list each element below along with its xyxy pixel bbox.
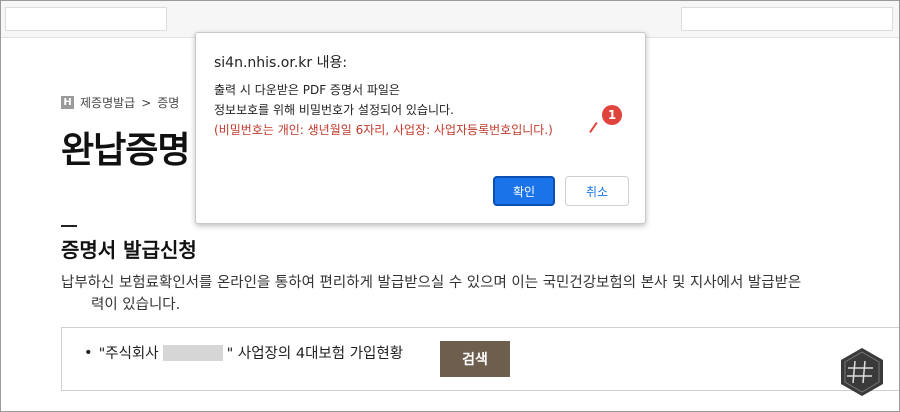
section-title: 증명서 발급신청 bbox=[61, 238, 197, 262]
breadcrumb-item-current[interactable]: 증명 bbox=[157, 94, 179, 111]
dialog-title: si4n.nhis.or.kr 내용: bbox=[214, 55, 348, 71]
dialog-message: 출력 시 다운받은 PDF 증명서 파일은 정보보호를 위해 비밀번호가 설정되… bbox=[212, 80, 557, 140]
search-query-text: • "주식회사 " 사업장의 4대보험 가입현황 bbox=[84, 342, 403, 363]
description-line-1: 납부하신 보험료확인서를 온라인을 통하여 편리하게 발급받으실 수 있으며 이… bbox=[61, 275, 802, 291]
redacted-company-name bbox=[162, 344, 223, 361]
dialog-message-line-1: 출력 시 다운받은 PDF 증명서 파일은 bbox=[214, 83, 400, 97]
annotation-badge: 1 bbox=[602, 105, 622, 125]
breadcrumb-item-certificates[interactable]: 제증명발급 bbox=[80, 94, 135, 111]
breadcrumb: H 제증명발급 > 증명 bbox=[61, 94, 179, 111]
cancel-button[interactable]: 취소 bbox=[565, 176, 629, 206]
dialog-message-line-2: 정보보호를 위해 비밀번호가 설정되어 있습니다. bbox=[214, 103, 454, 117]
description-line-2: 력이 있습니다. bbox=[91, 297, 181, 313]
home-icon[interactable]: H bbox=[61, 96, 74, 109]
company-prefix: "주식회사 bbox=[98, 346, 159, 362]
search-query-suffix: " 사업장의 4대보험 가입현황 bbox=[226, 346, 404, 362]
search-button[interactable]: 검색 bbox=[440, 341, 510, 377]
section-divider bbox=[61, 225, 77, 227]
top-bar-segment bbox=[681, 7, 893, 31]
bullet: • bbox=[84, 344, 93, 361]
page-title: 완납증명 bbox=[61, 130, 190, 171]
hash-tag-logo-icon bbox=[837, 346, 887, 396]
search-panel: • "주식회사 " 사업장의 4대보험 가입현황 검색 bbox=[61, 327, 899, 391]
dialog-password-hint: (비밀번호는 개인: 생년월일 6자리, 사업장: 사업자등록번호입니다.) bbox=[212, 120, 557, 140]
section-description: 납부하신 보험료확인서를 온라인을 통하여 편리하게 발급받으실 수 있으며 이… bbox=[61, 272, 897, 316]
confirm-button[interactable]: 확인 bbox=[493, 176, 555, 206]
alert-dialog: si4n.nhis.or.kr 내용: 출력 시 다운받은 PDF 증명서 파일… bbox=[195, 32, 646, 224]
annotation-pointer bbox=[589, 122, 605, 138]
top-bar-segment bbox=[5, 7, 167, 31]
breadcrumb-separator: > bbox=[141, 95, 152, 110]
